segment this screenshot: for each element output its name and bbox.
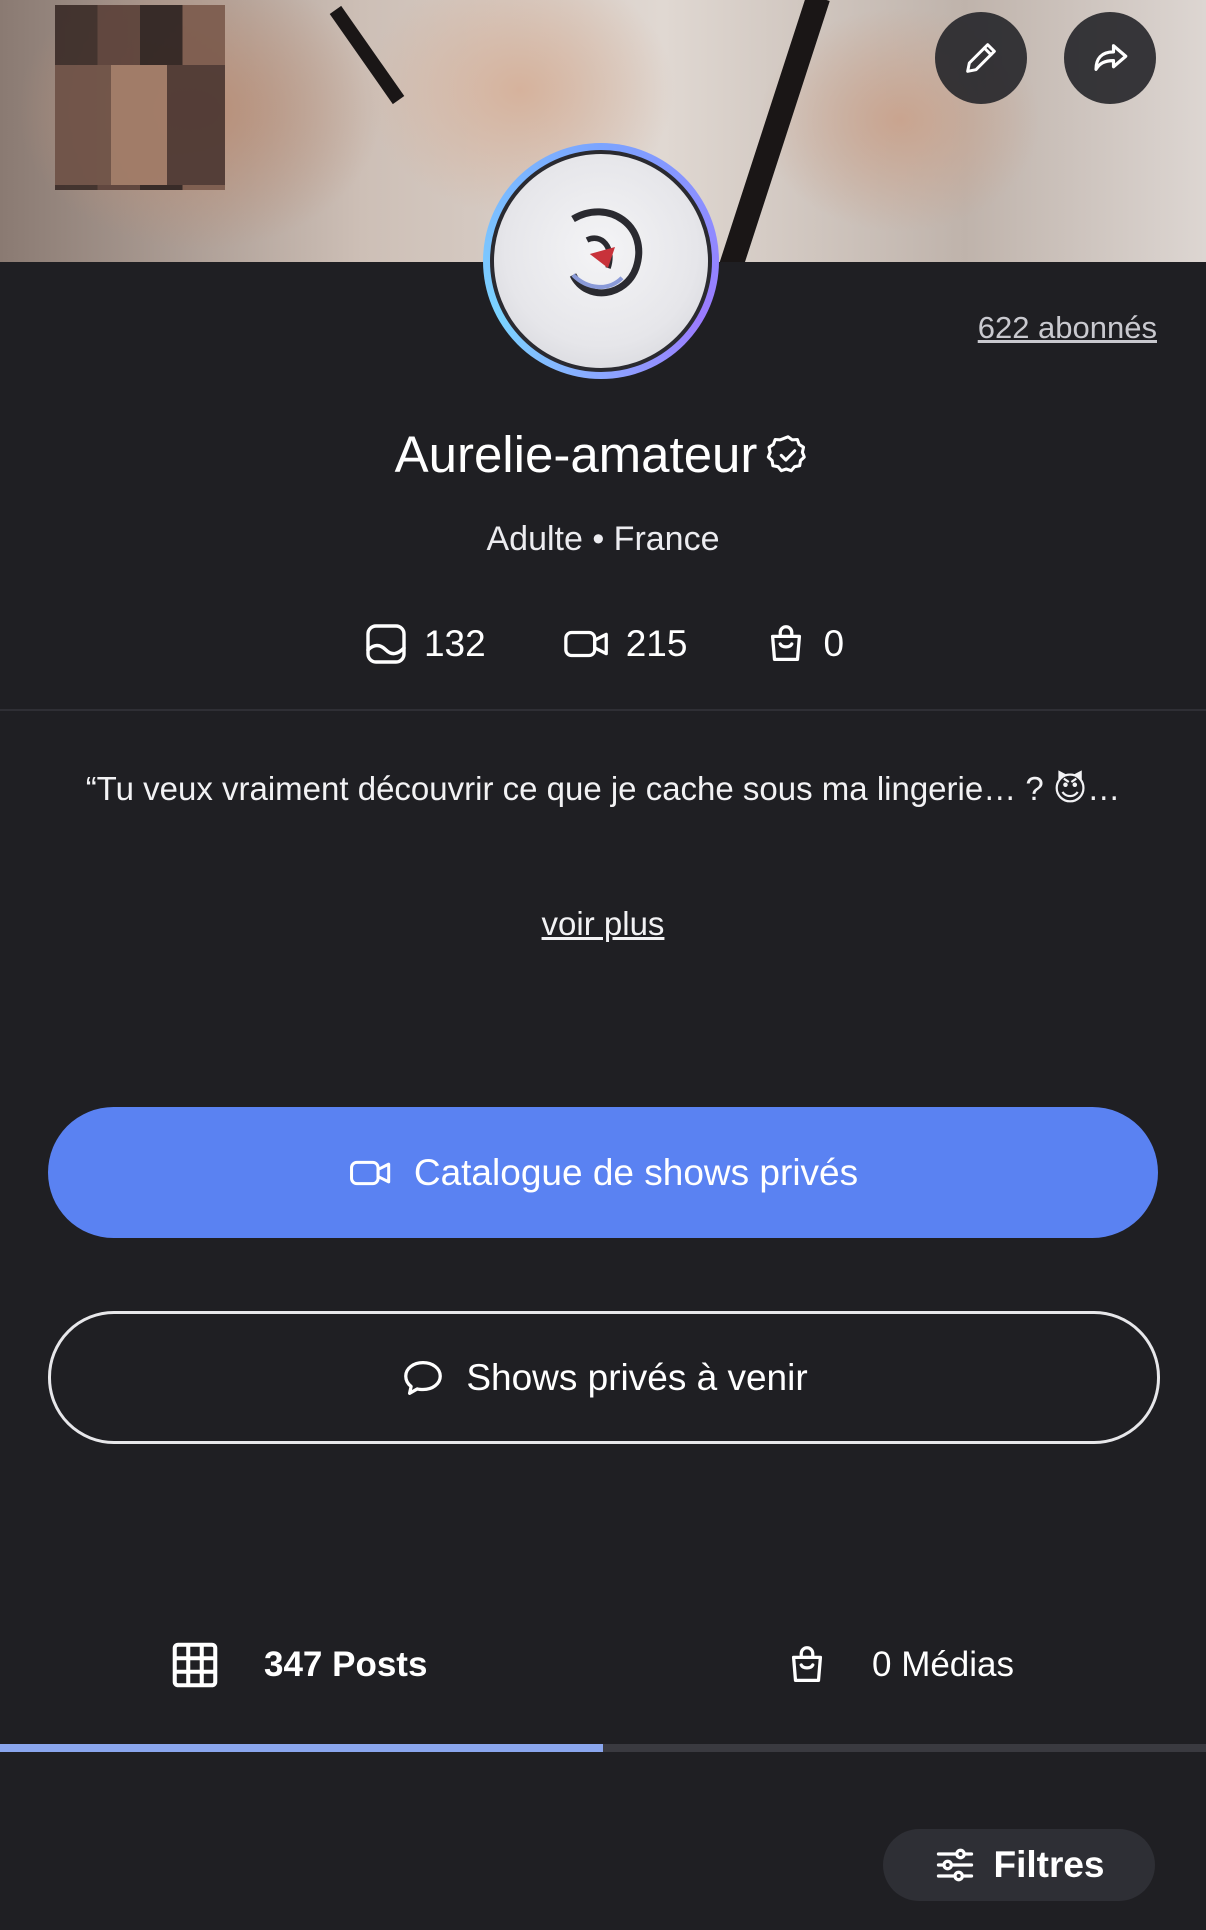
videos-stat[interactable]: 215 bbox=[562, 620, 688, 668]
profile-stats: 132 215 0 bbox=[0, 620, 1206, 668]
avatar[interactable] bbox=[483, 143, 719, 379]
divider bbox=[0, 709, 1206, 711]
shopping-bag-icon bbox=[763, 620, 809, 668]
items-count: 0 bbox=[823, 623, 845, 664]
shopping-bag-icon bbox=[784, 1641, 830, 1689]
items-stat[interactable]: 0 bbox=[763, 620, 844, 668]
photos-stat[interactable]: 132 bbox=[362, 620, 486, 668]
pixelated-face bbox=[55, 5, 225, 190]
upcoming-shows-button[interactable]: Shows privés à venir bbox=[48, 1311, 1160, 1444]
tab-indicator bbox=[0, 1744, 603, 1752]
verified-badge-icon bbox=[765, 432, 811, 478]
catalogue-button-label: Catalogue de shows privés bbox=[413, 1151, 859, 1193]
content-tabs: 347 Posts 0 Médias bbox=[0, 1620, 1206, 1710]
cover-decor bbox=[329, 5, 405, 105]
share-button[interactable] bbox=[1064, 12, 1156, 104]
upcoming-button-label: Shows privés à venir bbox=[466, 1356, 808, 1398]
video-camera-icon bbox=[348, 1151, 394, 1195]
tab-medias[interactable]: 0 Médias bbox=[784, 1620, 1014, 1710]
photos-count: 132 bbox=[423, 623, 486, 664]
chat-bubble-icon bbox=[400, 1355, 446, 1401]
see-more-link[interactable]: voir plus bbox=[0, 905, 1206, 943]
image-icon bbox=[362, 620, 410, 668]
profile-meta: Adulte • France bbox=[486, 520, 720, 558]
avatar-image bbox=[490, 150, 712, 372]
profile-name-row: Aurelie-amateur bbox=[0, 425, 1206, 484]
pencil-icon bbox=[961, 38, 1001, 78]
grid-icon bbox=[168, 1638, 222, 1692]
tab-posts[interactable]: 347 Posts bbox=[168, 1620, 427, 1710]
cover-decor bbox=[714, 0, 830, 262]
tab-posts-label: 347 Posts bbox=[264, 1645, 428, 1684]
videos-count: 215 bbox=[625, 623, 688, 664]
private-shows-catalogue-button[interactable]: Catalogue de shows privés bbox=[48, 1107, 1158, 1238]
subscribers-link[interactable]: 622 abonnés bbox=[978, 310, 1157, 346]
video-camera-icon bbox=[562, 620, 612, 668]
tab-indicator-track bbox=[0, 1744, 1206, 1752]
profile-bio: “Tu veux vraiment découvrir ce que je ca… bbox=[85, 770, 1121, 807]
share-icon bbox=[1089, 37, 1131, 79]
edit-button[interactable] bbox=[935, 12, 1027, 104]
sliders-icon bbox=[933, 1843, 977, 1887]
filters-button[interactable]: Filtres bbox=[883, 1829, 1155, 1901]
filters-label: Filtres bbox=[993, 1844, 1105, 1885]
profile-name: Aurelie-amateur bbox=[394, 426, 758, 483]
tab-medias-label: 0 Médias bbox=[872, 1645, 1015, 1684]
